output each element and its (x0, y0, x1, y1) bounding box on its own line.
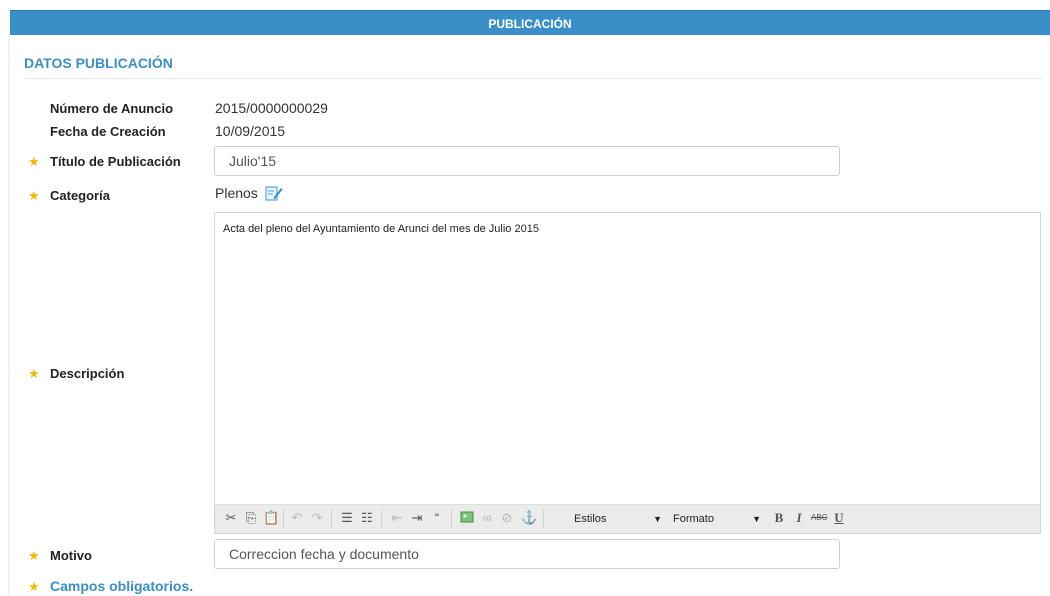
paste-icon[interactable]: 📋 (263, 510, 279, 526)
link-icon[interactable]: ∞ (479, 510, 495, 526)
unlink-icon[interactable]: ⊘ (499, 510, 515, 526)
required-star-icon: ★ (28, 154, 40, 169)
required-star-icon: ★ (28, 366, 40, 381)
chevron-down-icon: ▼ (752, 514, 761, 524)
categoria-label: Categoría (50, 188, 110, 203)
image-icon[interactable] (459, 510, 475, 526)
required-star-icon: ★ (28, 188, 40, 203)
formato-select-label: Formato (673, 513, 714, 525)
panel-header: PUBLICACIÓN (10, 10, 1050, 35)
estilos-select[interactable]: Estilos ▼ (574, 510, 662, 528)
numero-anuncio-value: 2015/0000000029 (215, 100, 328, 116)
titulo-input[interactable] (214, 146, 840, 176)
required-star-icon: ★ (28, 579, 40, 594)
toolbar-separator (543, 510, 544, 528)
fecha-creacion-label: Fecha de Creación (50, 124, 166, 139)
descripcion-editor-content[interactable]: Acta del pleno del Ayuntamiento de Arunc… (223, 223, 539, 235)
estilos-select-label: Estilos (574, 513, 607, 525)
italic-button[interactable]: I (791, 510, 807, 526)
numero-anuncio-label: Número de Anuncio (50, 101, 174, 116)
descripcion-editor[interactable]: Acta del pleno del Ayuntamiento de Arunc… (214, 212, 1041, 534)
anchor-icon[interactable]: ⚓ (521, 510, 537, 526)
bullet-list-icon[interactable]: ☷ (359, 510, 375, 526)
formato-select[interactable]: Formato ▼ (673, 510, 761, 528)
toolbar-separator (381, 510, 382, 528)
strikethrough-button[interactable]: ABC (811, 510, 827, 526)
categoria-value: Plenos (215, 185, 258, 202)
required-star-icon: ★ (28, 548, 40, 563)
panel-header-title: PUBLICACIÓN (488, 17, 572, 31)
undo-icon[interactable]: ↶ (289, 510, 305, 526)
left-border (8, 34, 10, 596)
section-divider (24, 78, 1042, 79)
toolbar-separator (451, 510, 452, 528)
fecha-creacion-value: 10/09/2015 (215, 123, 286, 139)
editor-toolbar: ✂ ⎘ 📋 ↶ ↷ ☰ ☷ ⇤ ⇥ “ ∞ ⊘ ⚓ Estilos ▼ Form… (215, 504, 1040, 533)
underline-button[interactable]: U (831, 510, 847, 526)
edit-icon[interactable] (265, 185, 283, 204)
redo-icon[interactable]: ↷ (309, 510, 325, 526)
categoria-field: Plenos (215, 185, 283, 204)
numbered-list-icon[interactable]: ☰ (339, 510, 355, 526)
toolbar-separator (283, 510, 284, 528)
chevron-down-icon: ▼ (653, 514, 662, 524)
outdent-icon[interactable]: ⇤ (389, 510, 405, 526)
section-title: DATOS PUBLICACIÓN (24, 55, 173, 71)
toolbar-separator (331, 510, 332, 528)
blockquote-icon[interactable]: “ (429, 510, 445, 526)
motivo-label: Motivo (50, 548, 92, 563)
motivo-input[interactable] (214, 539, 840, 569)
cut-icon[interactable]: ✂ (223, 510, 239, 526)
required-fields-note: Campos obligatorios. (50, 578, 194, 594)
bold-button[interactable]: B (771, 510, 787, 526)
indent-icon[interactable]: ⇥ (409, 510, 425, 526)
titulo-label: Título de Publicación (50, 154, 181, 169)
copy-icon[interactable]: ⎘ (243, 510, 259, 526)
descripcion-label: Descripción (50, 366, 125, 381)
